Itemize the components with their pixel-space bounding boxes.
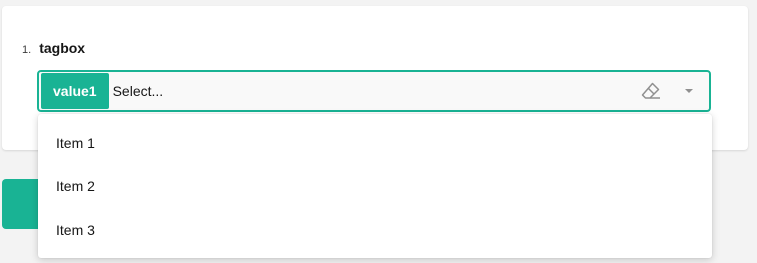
dropdown-item-2[interactable]: Item 2	[38, 165, 712, 209]
dropdown-item-label: Item 1	[56, 134, 95, 151]
question-header: 1. tagbox	[22, 40, 85, 56]
dropdown-item-label: Item 2	[56, 178, 95, 195]
selected-tag-chip[interactable]: value1	[41, 73, 109, 109]
dropdown-item-3[interactable]: Item 3	[38, 208, 712, 252]
dropdown-item-1[interactable]: Item 1	[38, 121, 712, 165]
chevron-down-icon[interactable]	[677, 79, 701, 103]
selected-tag-label: value1	[53, 83, 97, 99]
eraser-icon[interactable]	[639, 79, 663, 103]
question-title: tagbox	[39, 40, 86, 56]
tagbox-placeholder[interactable]: Select...	[113, 83, 639, 99]
tagbox-input[interactable]: value1 Select...	[37, 70, 711, 112]
dropdown-list: Item 1 Item 2 Item 3	[38, 114, 712, 258]
dropdown-item-label: Item 3	[56, 221, 95, 238]
question-number: 1.	[22, 44, 32, 56]
